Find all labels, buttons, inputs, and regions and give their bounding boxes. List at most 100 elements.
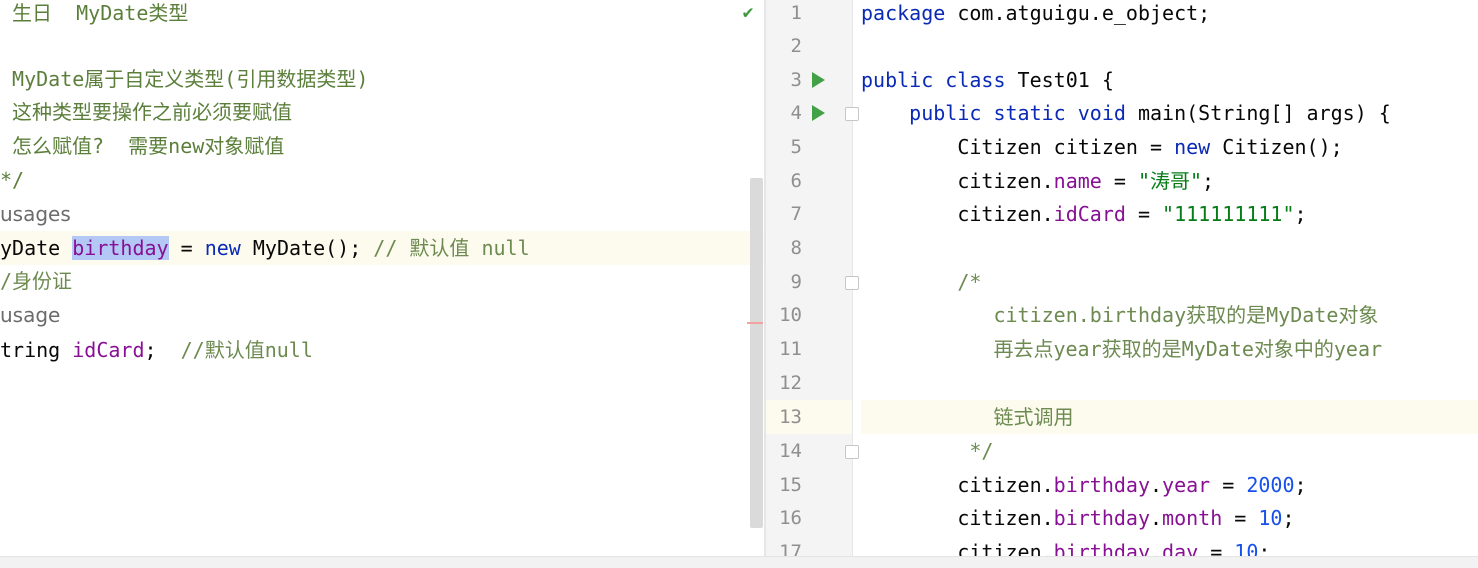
- line-number: 16: [779, 507, 802, 529]
- idcard-field: idCard: [1053, 202, 1126, 226]
- doc-comment-end: */: [0, 168, 25, 192]
- code-text: Citizen();: [1210, 135, 1343, 159]
- line-number: 6: [790, 170, 802, 192]
- code-text: citizen.: [957, 473, 1054, 497]
- method-signature: main(String[] args) {: [1125, 101, 1391, 125]
- code-text: citizen.: [957, 169, 1054, 193]
- line-number: 15: [779, 474, 802, 496]
- code-line-14[interactable]: */: [861, 434, 1478, 468]
- code-text: ;: [1258, 540, 1271, 556]
- block-comment-end: */: [969, 439, 994, 463]
- code-text: ;: [1282, 506, 1295, 530]
- line-comment: //默认值null: [180, 338, 313, 362]
- line-number: 1: [790, 2, 802, 24]
- dot-text: .: [1149, 473, 1163, 497]
- fold-icon[interactable]: [845, 107, 859, 121]
- type-text: yDate: [0, 236, 73, 260]
- name-field: name: [1053, 169, 1102, 193]
- bottom-tool-strip: [0, 556, 1478, 568]
- checkmark-icon[interactable]: ✔: [738, 0, 758, 26]
- code-text: =: [1125, 202, 1163, 226]
- code-line-10[interactable]: citizen.birthday获取的是MyDate对象: [861, 298, 1478, 332]
- code-line-1[interactable]: package com.atguigu.e_object;: [861, 0, 1478, 30]
- string-literal: "111111111": [1162, 202, 1295, 226]
- line-comment: /身份证: [0, 269, 73, 293]
- public-keyword: public: [909, 101, 982, 125]
- error-stripe-marker[interactable]: [747, 322, 763, 324]
- line-number: 13: [779, 406, 802, 428]
- doc-comment-line: 生日 MyDate类型: [0, 1, 189, 25]
- current-line-birthday-field[interactable]: yDate birthday = new MyDate(); // 默认值 nu…: [0, 231, 764, 265]
- number-literal: 10: [1258, 506, 1283, 530]
- code-line-15[interactable]: citizen.birthday.year = 2000;: [861, 468, 1478, 502]
- code-line-5[interactable]: Citizen citizen = new Citizen();: [861, 130, 1478, 164]
- fold-icon[interactable]: [845, 445, 859, 459]
- fold-icon[interactable]: [845, 276, 859, 290]
- line-number: 8: [790, 237, 802, 259]
- line-number: 7: [790, 203, 802, 225]
- birthday-field: birthday: [1053, 473, 1150, 497]
- run-class-icon[interactable]: [812, 72, 825, 88]
- code-text: ;: [1294, 473, 1307, 497]
- doc-comment-line: 这种类型要操作之前必须要赋值: [0, 100, 293, 124]
- block-comment-text: citizen.birthday获取的是MyDate对象: [993, 303, 1379, 327]
- code-line-6[interactable]: citizen.name = "涛哥";: [861, 164, 1478, 198]
- code-line-4[interactable]: public static void main(String[] args) {: [861, 96, 1478, 130]
- line-number: 3: [790, 69, 802, 91]
- block-comment-start: /*: [957, 270, 982, 294]
- line-number: 11: [779, 338, 802, 360]
- doc-comment-line: 怎么赋值? 需要new对象赋值: [0, 134, 285, 158]
- dot-text: .: [1149, 540, 1163, 556]
- code-line-3[interactable]: public class Test01 {: [861, 63, 1478, 97]
- line-comment: // 默认值 null: [373, 236, 530, 260]
- code-text: =: [1198, 540, 1235, 556]
- doc-comment-line: MyDate属于自定义类型(引用数据类型): [0, 67, 369, 91]
- code-text: ;: [1294, 202, 1307, 226]
- public-keyword: public: [861, 68, 934, 92]
- year-field: year: [1162, 473, 1211, 497]
- line-number-gutter[interactable]: 1 2 3 4 5 6 7 8 9 10 11 12 13 14 15 16 1…: [766, 0, 859, 556]
- line-number: 14: [779, 440, 802, 462]
- code-line-17[interactable]: citizen.birthday.day = 10;: [861, 535, 1478, 556]
- code-line-16[interactable]: citizen.birthday.month = 10;: [861, 501, 1478, 535]
- void-keyword: void: [1077, 101, 1126, 125]
- code-line-9[interactable]: /*: [861, 265, 1478, 299]
- line-number: 4: [790, 102, 802, 124]
- line-number: 12: [779, 372, 802, 394]
- line-number: 17: [779, 541, 802, 556]
- right-editor-pane[interactable]: 1 2 3 4 5 6 7 8 9 10 11 12 13 14 15 16 1…: [766, 0, 1478, 556]
- idcard-field-line[interactable]: tring idCard; //默认值null: [0, 333, 764, 367]
- assign-text: =: [168, 236, 205, 260]
- usages-inlay-hint[interactable]: usages: [0, 197, 764, 231]
- left-editor-pane[interactable]: 生日 MyDate类型 MyDate属于自定义类型(引用数据类型) 这种类型要操…: [0, 0, 764, 556]
- birthday-field: birthday: [1053, 540, 1150, 556]
- usage-inlay-hint[interactable]: usage: [0, 298, 764, 332]
- new-keyword: new: [204, 236, 241, 260]
- code-line-7[interactable]: citizen.idCard = "111111111";: [861, 197, 1478, 231]
- birthday-identifier[interactable]: birthday: [72, 236, 169, 260]
- ide-window: 生日 MyDate类型 MyDate属于自定义类型(引用数据类型) 这种类型要操…: [0, 0, 1478, 568]
- code-line-13[interactable]: 链式调用: [861, 400, 1478, 434]
- code-text: =: [1210, 473, 1247, 497]
- run-main-icon[interactable]: [812, 105, 825, 121]
- vertical-scrollbar-thumb[interactable]: [750, 178, 763, 528]
- code-area[interactable]: package com.atguigu.e_object; public cla…: [861, 0, 1478, 556]
- line-number: 5: [790, 136, 802, 158]
- code-line-11[interactable]: 再去点year获取的是MyDate对象中的year: [861, 332, 1478, 366]
- semicolon-text: ;: [144, 338, 181, 362]
- constructor-text: MyDate();: [240, 236, 374, 260]
- idcard-identifier[interactable]: idCard: [72, 338, 144, 362]
- dot-text: .: [1149, 506, 1163, 530]
- code-text: ;: [1202, 169, 1215, 193]
- code-text: citizen.: [957, 202, 1054, 226]
- class-name: Test01 {: [1005, 68, 1114, 92]
- birthday-field: birthday: [1053, 506, 1150, 530]
- code-text: =: [1222, 506, 1259, 530]
- string-literal: "涛哥": [1137, 169, 1203, 193]
- line-number: 10: [779, 304, 802, 326]
- month-field: month: [1162, 506, 1223, 530]
- block-comment-text: 再去点year获取的是MyDate对象中的year: [993, 337, 1383, 361]
- line-number: 2: [790, 35, 802, 57]
- new-keyword: new: [1174, 135, 1211, 159]
- block-comment-text: 链式调用: [993, 405, 1074, 429]
